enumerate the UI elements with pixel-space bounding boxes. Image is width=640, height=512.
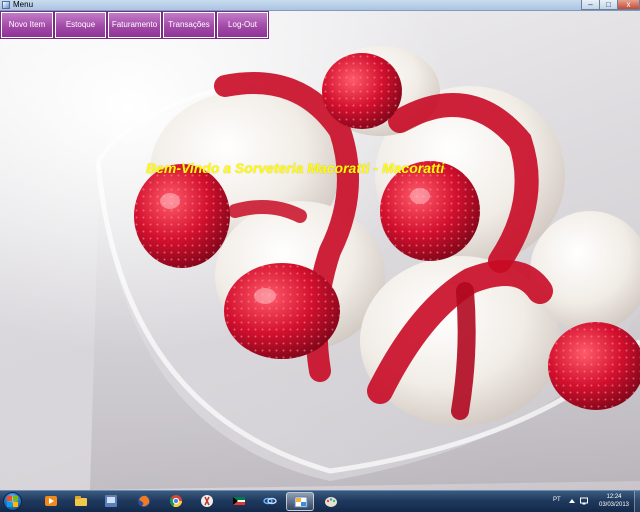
media-player-icon [45, 496, 57, 506]
taskbar-media-player[interactable] [37, 492, 65, 511]
clock-time[interactable]: 12:24 [595, 494, 633, 501]
menu-estoque-button[interactable]: Estoque [54, 11, 107, 39]
menu-logout-button[interactable]: Log-Out [216, 11, 269, 39]
menu-app-icon [294, 496, 308, 508]
taskbar-network-app[interactable] [256, 492, 284, 511]
visual-studio-icon [105, 495, 117, 507]
taskbar-flag-app[interactable] [225, 492, 253, 511]
menu-novo-item-button[interactable]: Novo Item [0, 11, 54, 39]
menu-strip: Novo Item Estoque Faturamento Transações… [0, 11, 270, 39]
maximize-button[interactable]: □ [599, 0, 618, 10]
chrome-icon [169, 495, 182, 508]
network-app-icon [263, 497, 277, 505]
start-button[interactable] [3, 492, 22, 511]
firefox-icon [138, 495, 150, 507]
clock-date[interactable]: 03/03/2013 [595, 502, 633, 509]
background-image [0, 11, 640, 490]
taskbar: PT 12:24 03/03/2013 [0, 490, 640, 512]
taskbar-firefox[interactable] [130, 492, 158, 511]
taskbar-file-explorer[interactable] [67, 492, 95, 511]
desktop-screen: Menu – □ x Novo Item Estoque Faturamento… [0, 0, 640, 512]
file-explorer-icon [75, 496, 87, 506]
minimize-button[interactable]: – [581, 0, 600, 10]
ice-cream-photo [90, 46, 640, 490]
tray-arrow-icon[interactable] [568, 497, 576, 505]
close-button[interactable]: x [617, 0, 640, 10]
menu-transacoes-button[interactable]: Transações [162, 11, 216, 39]
snipping-tool-icon [201, 495, 213, 507]
taskbar-snipping-tool[interactable] [193, 492, 221, 511]
windows-logo-icon [7, 496, 18, 507]
paint-icon [325, 497, 337, 507]
taskbar-visual-studio[interactable] [97, 492, 125, 511]
taskbar-chrome[interactable] [162, 492, 190, 511]
app-icon [2, 1, 10, 9]
network-tray-icon[interactable] [580, 497, 588, 505]
show-desktop-button[interactable] [634, 491, 640, 512]
menu-faturamento-button[interactable]: Faturamento [107, 11, 162, 39]
flag-app-icon [233, 497, 245, 505]
taskbar-paint[interactable] [317, 492, 345, 511]
window-title-bar[interactable]: Menu – □ x [0, 0, 640, 11]
language-indicator[interactable]: PT [553, 497, 561, 503]
taskbar-menu-app[interactable] [286, 492, 314, 511]
window-title: Menu [13, 0, 34, 9]
welcome-label: Bem-Vindo a Sorveteria Macoratti - Macor… [146, 160, 445, 176]
